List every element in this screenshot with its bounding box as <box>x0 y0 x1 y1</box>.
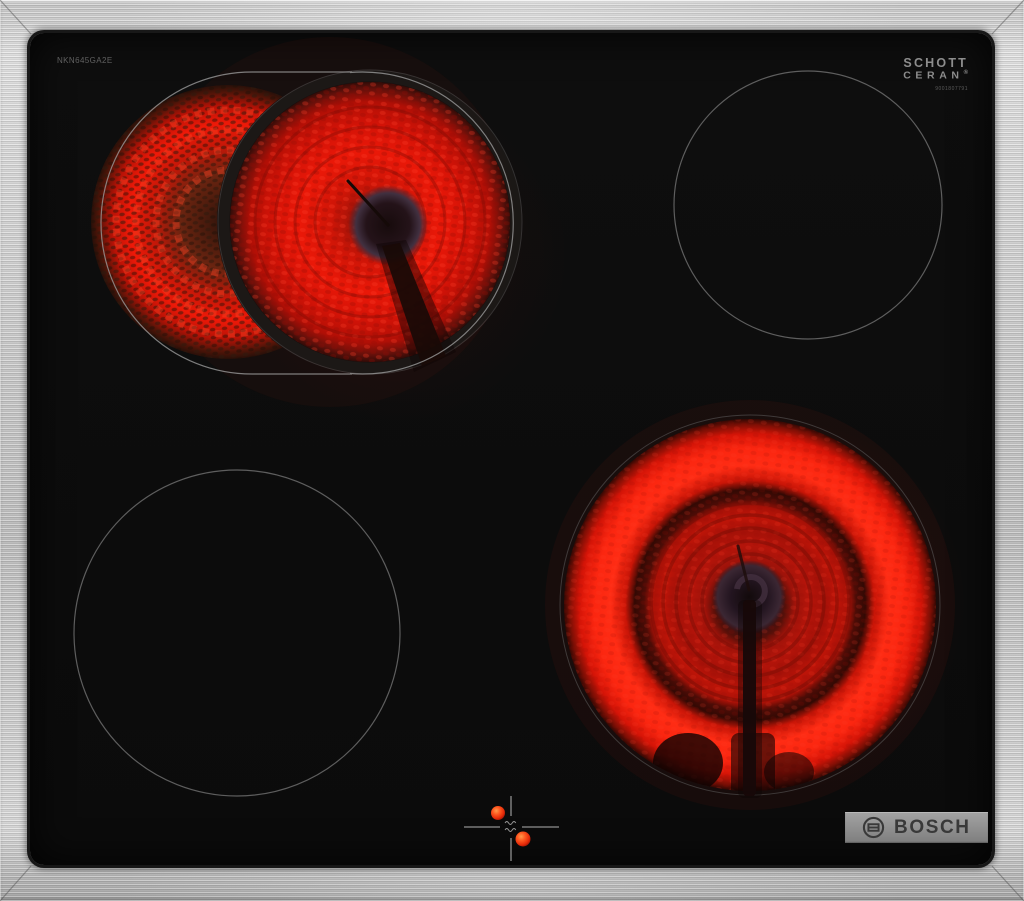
model-code-label: NKN645GA2E <box>57 56 113 65</box>
registered-mark: ® <box>963 70 968 77</box>
glass-part-code: 9001807791 <box>935 85 968 92</box>
schott-ceran-logo: SCHOTT CERAN® 9001807791 <box>903 56 968 92</box>
cooktop-product-image: NKN645GA2E SCHOTT CERAN® 9001807791 BOSC… <box>0 0 1024 901</box>
ceramic-glass-surface <box>30 33 992 865</box>
bosch-brand-badge: BOSCH <box>845 812 988 843</box>
bosch-wordmark: BOSCH <box>894 816 971 838</box>
ceran-line: CERAN® <box>903 69 968 82</box>
bosch-anchor-icon <box>862 816 885 839</box>
schott-line: SCHOTT <box>903 56 968 70</box>
